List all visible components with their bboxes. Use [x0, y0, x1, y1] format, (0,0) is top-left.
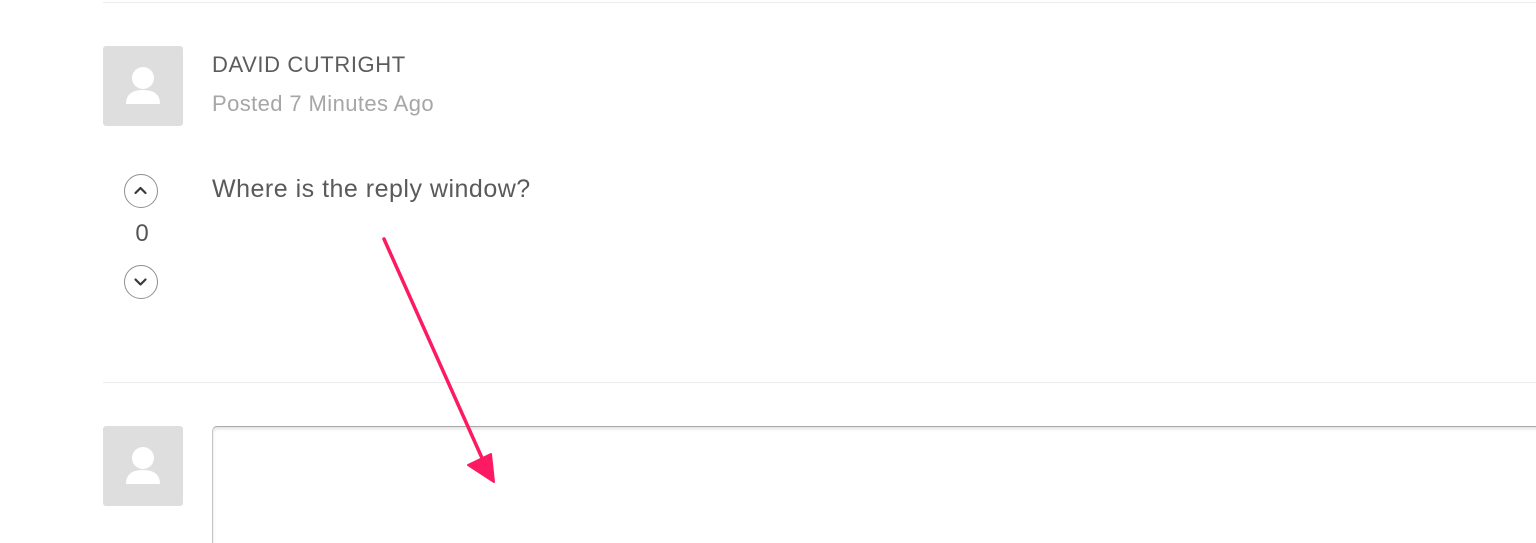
chevron-down-icon — [134, 278, 147, 286]
reply-textarea[interactable] — [212, 426, 1536, 543]
reply-user-avatar — [103, 426, 183, 506]
user-silhouette-icon — [126, 447, 160, 484]
reply-divider — [103, 382, 1536, 383]
comment-timestamp: Posted 7 Minutes Ago — [212, 91, 435, 116]
comment-body: Where is the reply window? — [212, 175, 531, 203]
chevron-up-icon — [134, 186, 147, 195]
comment-author-avatar — [103, 46, 183, 126]
vote-count: 0 — [135, 220, 149, 247]
comment-author-name: DAVID CUTRIGHT — [212, 52, 406, 77]
top-divider — [103, 2, 1536, 3]
comment-thread: DAVID CUTRIGHT Posted 7 Minutes Ago 0 Wh… — [0, 0, 1536, 543]
user-silhouette-icon — [126, 67, 160, 104]
upvote-button[interactable] — [124, 174, 158, 208]
downvote-button[interactable] — [124, 265, 158, 299]
